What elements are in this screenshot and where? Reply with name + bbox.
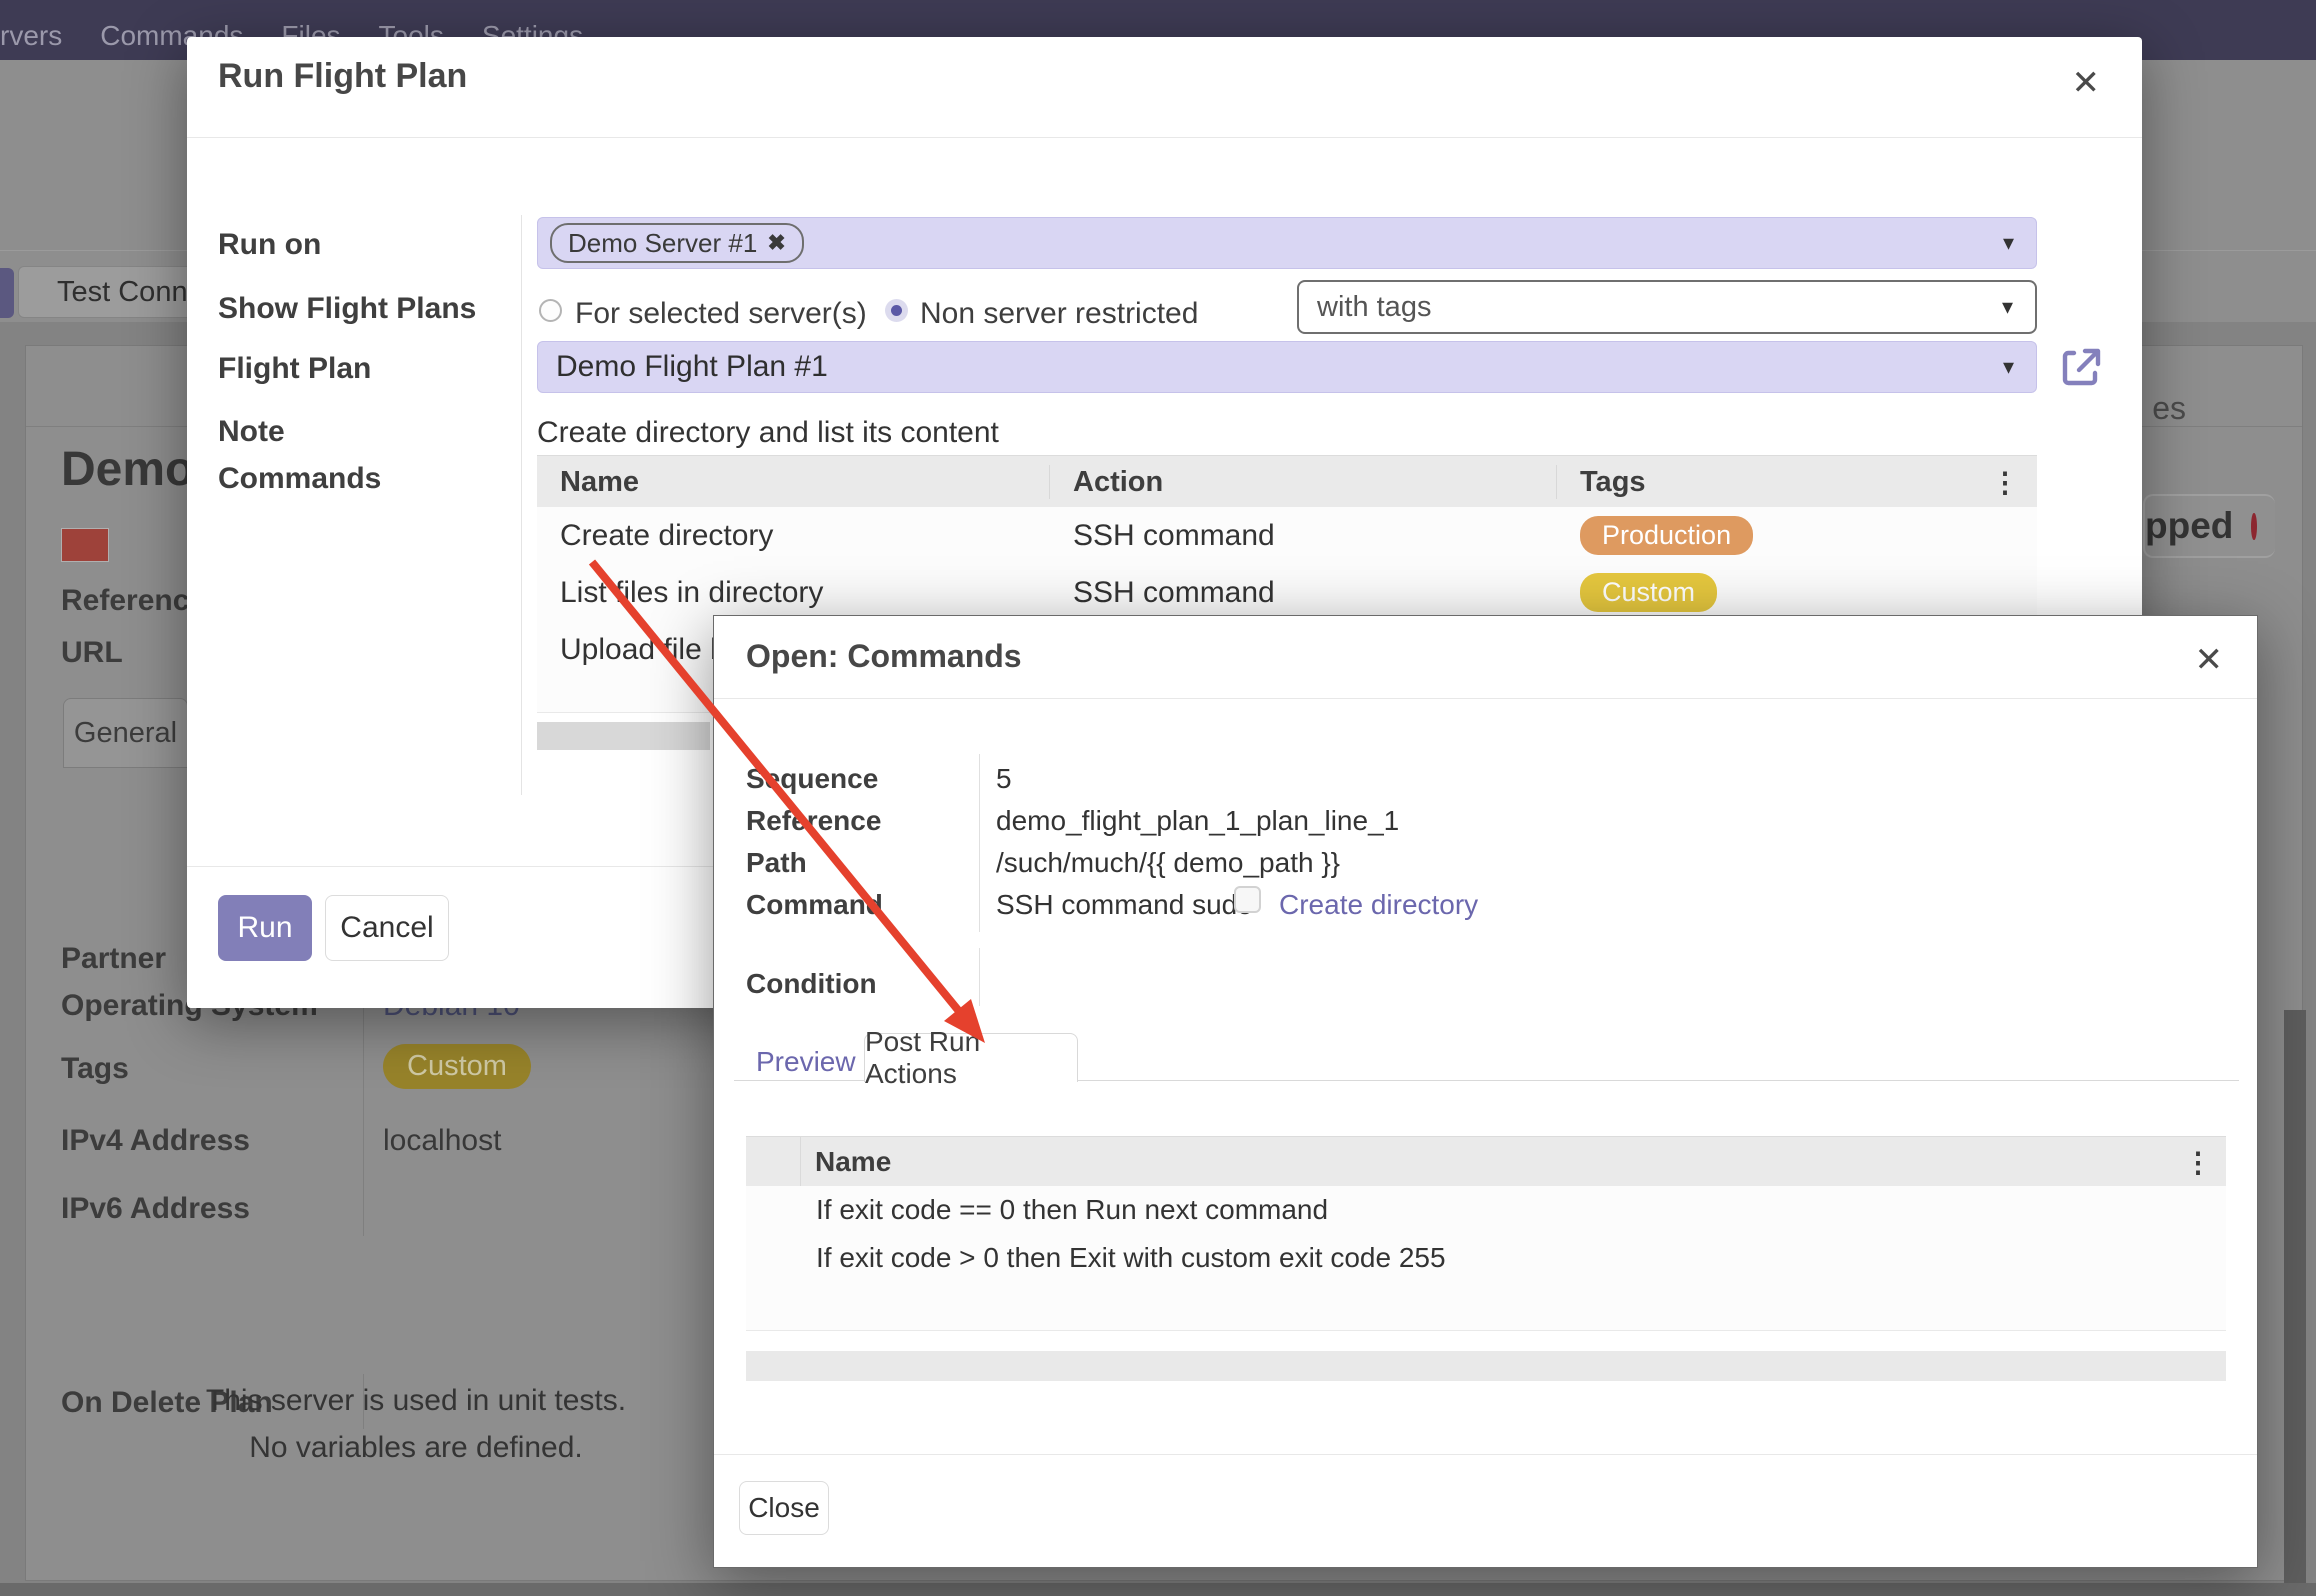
divider <box>979 754 980 932</box>
column-tags[interactable]: Tags <box>1557 466 1991 499</box>
color-swatch[interactable] <box>61 528 109 562</box>
column-name[interactable]: Name <box>537 465 1050 499</box>
nav-item-servers[interactable]: rvers <box>0 20 62 52</box>
run-on-select[interactable]: Demo Server #1 ✖ ▾ <box>537 217 2037 269</box>
radio-non-server-restricted[interactable] <box>885 299 908 322</box>
screen: rvers Commands Files Tools Settings Test… <box>0 0 2316 1596</box>
tag-custom-badge: Custom <box>1580 573 1717 612</box>
with-tags-select[interactable]: with tags ▾ <box>1297 280 2037 334</box>
cell-action: SSH command <box>1050 576 1557 610</box>
path-value: /such/much/{{ demo_path }} <box>996 847 1340 879</box>
command-value: SSH command sudo <box>996 889 1253 921</box>
chip-remove-icon[interactable]: ✖ <box>767 230 785 256</box>
selector-column <box>746 1137 801 1187</box>
commands-table-header: Name Action Tags ⋮ <box>537 455 2037 509</box>
reference-label: Reference <box>61 584 206 618</box>
note-label: Note <box>218 415 285 449</box>
flight-plan-label: Flight Plan <box>218 352 371 386</box>
table-row[interactable]: If exit code == 0 then Run next command <box>746 1186 2226 1235</box>
reference-value: demo_flight_plan_1_plan_line_1 <box>996 805 1399 837</box>
kebab-menu-icon[interactable]: ⋮ <box>1991 466 2037 499</box>
command-label: Command <box>746 889 883 921</box>
sequence-value: 5 <box>996 763 1012 795</box>
note-line-1: This server is used in unit tests. <box>156 1377 676 1424</box>
flight-plan-value: Demo Flight Plan #1 <box>556 350 828 384</box>
cell-name: List files in directory <box>537 576 1050 610</box>
create-directory-checkbox[interactable] <box>1234 886 1261 913</box>
dialog-title: Open: Commands <box>746 638 1022 675</box>
reference-label: Reference <box>746 805 881 837</box>
table-row[interactable]: If exit code > 0 then Exit with custom e… <box>746 1234 2226 1283</box>
partner-label: Partner <box>61 942 166 976</box>
open-commands-dialog: Open: Commands ✕ Sequence 5 Reference de… <box>713 615 2258 1568</box>
dialog-title: Run Flight Plan <box>218 57 467 96</box>
status-label-fragment: pped <box>2145 505 2233 547</box>
radio-non-server-restricted-label[interactable]: Non server restricted <box>920 297 1198 331</box>
divider <box>187 137 2142 138</box>
cancel-button[interactable]: Cancel <box>325 895 449 961</box>
status-dot-icon <box>2251 513 2257 540</box>
table-row-empty <box>746 1282 2226 1331</box>
sheet-header-fragment: es <box>2152 390 2186 427</box>
ipv6-label: IPv6 Address <box>61 1192 250 1226</box>
close-icon[interactable]: ✕ <box>2072 63 2101 103</box>
close-button[interactable]: Close <box>739 1481 829 1535</box>
chevron-down-icon: ▾ <box>2003 230 2014 256</box>
tab-general[interactable]: General <box>63 698 188 768</box>
status-stopped-badge[interactable]: pped <box>2143 494 2275 558</box>
sequence-label: Sequence <box>746 763 878 795</box>
tags-label: Tags <box>61 1052 129 1086</box>
cell-name: If exit code == 0 then Run next command <box>746 1194 1328 1226</box>
condition-label: Condition <box>746 968 877 1000</box>
with-tags-value: with tags <box>1317 291 1431 324</box>
show-flight-plans-label: Show Flight Plans <box>218 292 476 326</box>
column-action[interactable]: Action <box>1050 465 1557 499</box>
ipv4-label: IPv4 Address <box>61 1124 250 1158</box>
post-run-table-header: Name ⋮ <box>746 1136 2226 1188</box>
flight-plan-note: Create directory and list its content <box>537 416 999 450</box>
server-title: Demo <box>61 442 194 497</box>
cell-action: SSH command <box>1050 519 1557 553</box>
cell-name: Create directory <box>537 519 1050 553</box>
table-row[interactable]: List files in directory SSH command Cust… <box>537 564 2037 622</box>
note-line-2: No variables are defined. <box>156 1424 676 1471</box>
kebab-menu-icon[interactable]: ⋮ <box>2184 1146 2226 1179</box>
radio-for-selected-servers-label[interactable]: For selected server(s) <box>575 297 867 331</box>
scrollbar[interactable] <box>537 722 710 750</box>
scrollbar[interactable] <box>2284 1010 2306 1583</box>
table-row[interactable]: Create directory SSH command Production <box>537 507 2037 565</box>
tag-custom-badge: Custom <box>383 1044 531 1089</box>
ipv4-value: localhost <box>383 1124 501 1158</box>
tag-production-badge: Production <box>1580 516 1753 555</box>
server-chip-label: Demo Server #1 <box>568 228 757 259</box>
tab-post-run-actions[interactable]: Post Run Actions <box>864 1033 1078 1082</box>
chevron-down-icon: ▾ <box>2003 354 2014 380</box>
table-footer-strip <box>746 1351 2226 1381</box>
divider <box>979 948 980 1006</box>
divider <box>714 698 2257 699</box>
save-button-fragment[interactable] <box>0 268 14 318</box>
bottom-band <box>0 1583 2316 1596</box>
url-label: URL <box>61 636 123 670</box>
server-notes: This server is used in unit tests. No va… <box>156 1377 676 1471</box>
column-name[interactable]: Name <box>801 1146 2184 1178</box>
cell-name: If exit code > 0 then Exit with custom e… <box>746 1242 1446 1274</box>
close-icon[interactable]: ✕ <box>2195 640 2224 680</box>
path-label: Path <box>746 847 807 879</box>
chevron-down-icon: ▾ <box>2002 294 2013 320</box>
open-external-icon[interactable] <box>2058 343 2106 391</box>
run-on-label: Run on <box>218 228 321 262</box>
divider <box>521 215 522 795</box>
create-directory-link[interactable]: Create directory <box>1279 889 1478 921</box>
tab-preview[interactable]: Preview <box>756 1046 856 1078</box>
radio-for-selected-servers[interactable] <box>539 299 562 322</box>
flight-plan-select[interactable]: Demo Flight Plan #1 ▾ <box>537 341 2037 393</box>
server-chip[interactable]: Demo Server #1 ✖ <box>550 223 804 263</box>
commands-label: Commands <box>218 462 381 496</box>
run-button[interactable]: Run <box>218 895 312 961</box>
divider <box>714 1454 2257 1455</box>
